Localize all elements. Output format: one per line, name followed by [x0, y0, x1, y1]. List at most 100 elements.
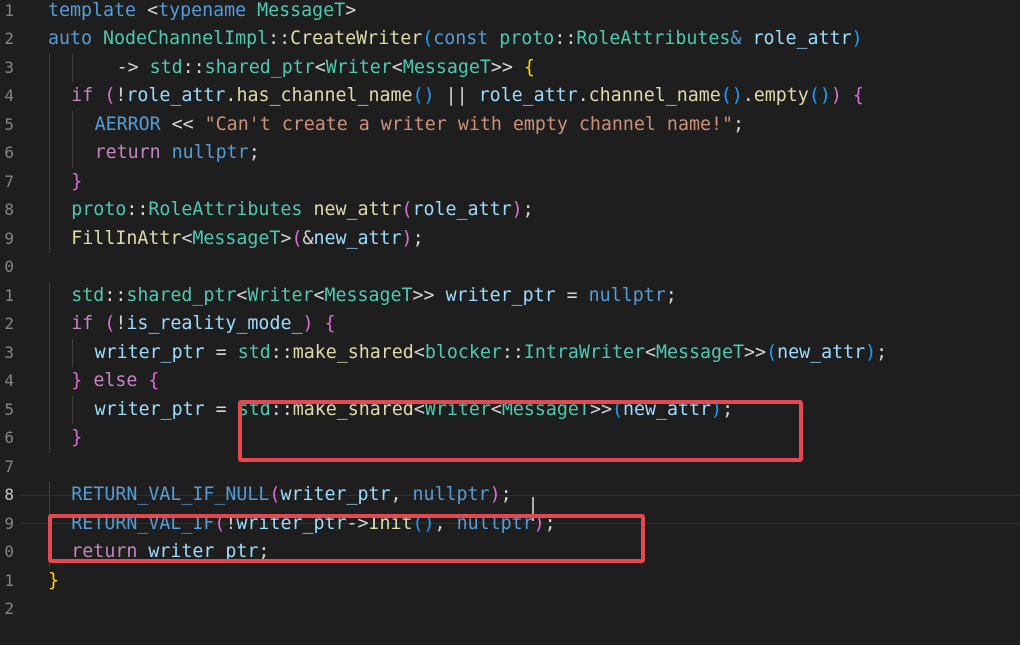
code-text: std::shared_ptr<Writer<MessageT>> writer…: [71, 282, 676, 311]
code-token: >: [280, 227, 292, 249]
code-token: template: [48, 0, 148, 21]
code-line[interactable]: }: [0, 567, 1020, 596]
code-line[interactable]: FillInAttr<MessageT>(&new_attr);: [0, 224, 1020, 254]
code-text: template <typename MessageT>: [48, 0, 356, 25]
code-token: Writer: [325, 56, 392, 78]
code-token: ): [489, 484, 501, 505]
code-text: -> std::shared_ptr<Writer<MessageT>> {: [95, 54, 535, 83]
code-token: ::: [182, 56, 205, 78]
code-line[interactable]: template <typename MessageT>: [0, 0, 1020, 25]
code-token: (: [766, 341, 778, 363]
code-token: writer_ptr: [94, 398, 205, 420]
code-line[interactable]: RETURN_VAL_IF_NULL(writer_ptr, nullptr);: [0, 481, 1020, 510]
code-text: return nullptr;: [95, 139, 260, 168]
code-token: shared_ptr: [126, 284, 237, 306]
code-token: <: [644, 341, 656, 363]
code-line[interactable]: [0, 253, 1020, 282]
code-token: std: [71, 284, 105, 306]
code-token: .: [225, 85, 237, 106]
code-token: auto: [48, 28, 104, 49]
code-line[interactable]: } else {: [0, 367, 1020, 396]
code-token: MessageT: [655, 341, 745, 363]
code-token: &: [730, 28, 753, 49]
code-token: typename: [158, 0, 258, 21]
annotation-box-make-shared: [238, 400, 803, 462]
code-text: FillInAttr<MessageT>(&new_attr);: [71, 225, 423, 254]
code-line[interactable]: if (!is_reality_mode_) {: [0, 310, 1020, 339]
code-token: if: [71, 313, 105, 334]
code-line[interactable]: proto::RoleAttributes new_attr(role_attr…: [0, 196, 1020, 225]
indent-guide: [49, 167, 50, 196]
code-token: =: [204, 398, 238, 420]
indent-guide: [49, 82, 50, 111]
indent-guide: [49, 310, 50, 339]
code-line[interactable]: return nullptr;: [0, 139, 1020, 168]
code-token: (): [720, 85, 743, 106]
code-line[interactable]: auto NodeChannelImpl::CreateWriter(const…: [0, 25, 1020, 54]
code-editor[interactable]: 1234567890123456789012 template <typenam…: [0, 0, 1020, 645]
code-token: make_shared: [292, 341, 414, 363]
code-token: ::: [501, 341, 524, 363]
code-token: channel_name: [588, 85, 721, 106]
code-token: <: [313, 284, 325, 306]
code-token: CreateWriter: [290, 28, 423, 49]
code-token: <<: [160, 113, 205, 135]
code-token: ::: [104, 284, 127, 306]
indent-guide: [72, 110, 74, 139]
indent-guide: [49, 110, 50, 139]
code-token: MessageT: [192, 227, 281, 249]
code-token: =: [555, 284, 589, 306]
code-token: (: [104, 85, 116, 106]
code-token: ): [401, 227, 413, 249]
indent-guide: [49, 281, 50, 310]
code-line[interactable]: AERROR << "Can't create a writer with em…: [0, 110, 1020, 139]
code-token: return: [94, 142, 172, 163]
code-line[interactable]: [0, 595, 1020, 624]
code-token: }: [48, 569, 60, 591]
code-token: }: [71, 427, 83, 448]
code-line[interactable]: -> std::shared_ptr<Writer<MessageT>> {: [0, 53, 1020, 83]
code-token: (): [808, 85, 831, 106]
code-token: nullptr: [171, 142, 249, 163]
code-line[interactable]: if (!role_attr.has_channel_name() || rol…: [0, 82, 1020, 111]
code-line[interactable]: std::shared_ptr<Writer<MessageT>> writer…: [0, 281, 1020, 311]
indent-guide: [49, 224, 50, 253]
code-token: }: [71, 370, 83, 391]
code-text: if (!role_attr.has_channel_name() || rol…: [71, 82, 864, 111]
code-token: >>: [412, 284, 446, 306]
code-token: >>: [744, 341, 767, 363]
code-token: RoleAttributes: [576, 28, 731, 49]
code-token: if: [71, 85, 105, 106]
code-token: >: [345, 0, 357, 21]
annotation-box-return-val-if: [48, 514, 645, 563]
code-token: writer_ptr: [94, 341, 205, 363]
code-token: ;: [665, 284, 677, 306]
code-token: <: [391, 56, 403, 78]
code-token: ->: [94, 56, 150, 78]
code-token: >>: [490, 56, 524, 78]
code-token: new_attr: [313, 199, 402, 220]
code-token: ;: [500, 484, 512, 505]
code-token: ): [865, 341, 877, 363]
code-token: ;: [876, 341, 888, 363]
code-token: (: [291, 227, 303, 249]
code-token: ): [302, 313, 314, 334]
code-token: ;: [522, 199, 534, 220]
code-token: Writer: [247, 284, 314, 306]
code-token: ): [511, 199, 523, 220]
code-token: &: [302, 227, 314, 249]
code-token: writer_ptr: [445, 284, 556, 306]
code-token: <: [181, 227, 193, 249]
code-token: proto: [499, 28, 555, 49]
code-text: writer_ptr = std::make_shared<blocker::I…: [95, 339, 888, 368]
code-token: role_attr: [126, 85, 226, 106]
code-token: FillInAttr: [71, 227, 182, 249]
code-token: =: [204, 341, 238, 363]
code-line[interactable]: writer_ptr = std::make_shared<blocker::I…: [0, 338, 1020, 368]
code-token: <: [314, 56, 326, 78]
code-line[interactable]: }: [0, 167, 1020, 196]
code-token: NodeChannelImpl: [103, 28, 269, 49]
code-token: ): [830, 85, 842, 106]
code-token: new_attr: [313, 227, 402, 249]
